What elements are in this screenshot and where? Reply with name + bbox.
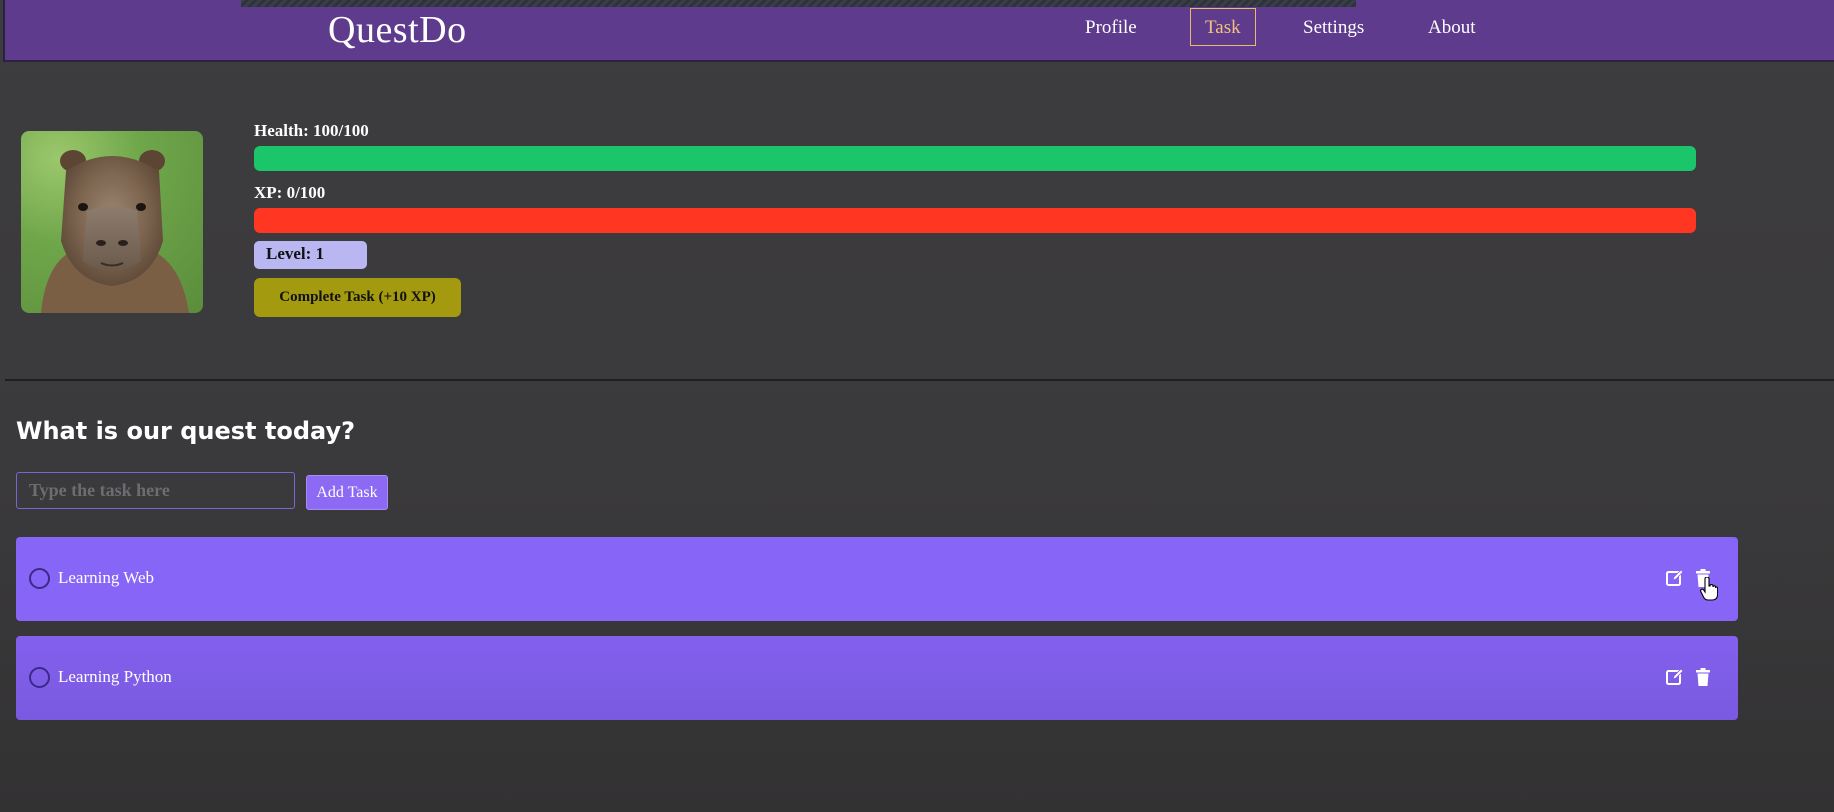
nav-menu: Profile Task Settings About — [5, 0, 1834, 56]
health-bar — [254, 146, 1696, 171]
task-checkbox-circle-icon[interactable] — [29, 568, 50, 589]
trash-icon[interactable] — [1693, 568, 1713, 588]
xp-bar — [254, 208, 1696, 233]
task-input[interactable] — [16, 472, 295, 509]
xp-label: XP: 0/100 — [254, 183, 326, 202]
task-item: Learning Python — [16, 636, 1738, 720]
top-navbar: QuestDo Profile Task Settings About — [3, 0, 1834, 62]
section-divider — [5, 379, 1834, 381]
complete-task-button[interactable]: Complete Task (+10 XP) — [254, 278, 461, 317]
nav-about[interactable]: About — [1428, 17, 1476, 39]
nav-settings[interactable]: Settings — [1303, 17, 1364, 39]
task-text: Learning Web — [58, 568, 155, 587]
level-badge: Level: 1 — [254, 241, 367, 269]
quest-heading: What is our quest today? — [16, 417, 356, 445]
health-label: Health: 100/100 — [254, 121, 369, 140]
avatar — [21, 131, 203, 313]
nav-profile[interactable]: Profile — [1085, 17, 1137, 39]
task-text: Learning Python — [58, 667, 172, 686]
nav-task[interactable]: Task — [1190, 8, 1256, 46]
page: QuestDo Profile Task Settings About Heal… — [0, 0, 1834, 812]
edit-icon[interactable] — [1665, 568, 1685, 588]
health-bar-fill — [254, 146, 1696, 171]
edit-icon[interactable] — [1665, 667, 1685, 687]
add-task-button[interactable]: Add Task — [306, 475, 388, 510]
trash-icon[interactable] — [1693, 667, 1713, 687]
capybara-avatar-image — [41, 150, 189, 313]
task-checkbox-circle-icon[interactable] — [29, 667, 50, 688]
task-item: Learning Web — [16, 537, 1738, 621]
